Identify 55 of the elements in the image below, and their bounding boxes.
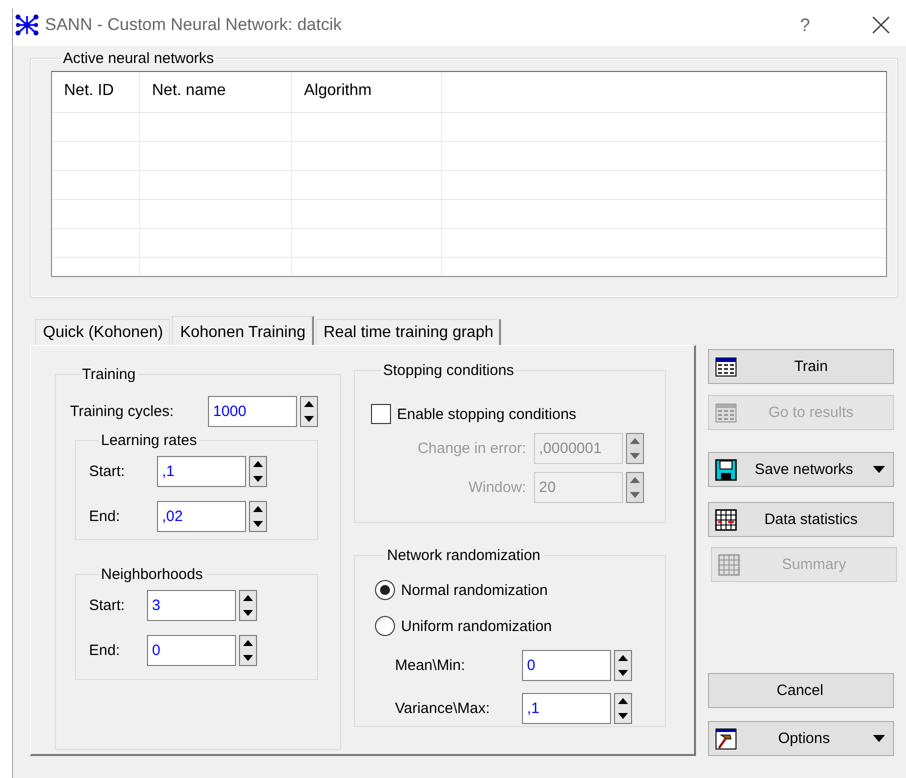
column-header[interactable]: Algorithm — [292, 72, 442, 112]
action-button[interactable]: Data statistics — [708, 502, 894, 537]
field-label: End: — [89, 642, 121, 659]
input-field[interactable]: ,02 — [157, 501, 246, 532]
tab[interactable]: Real time training graph — [316, 319, 502, 345]
field-label: End: — [89, 508, 121, 525]
tab[interactable]: Kohonen Training — [172, 316, 314, 345]
window-title: SANN - Custom Neural Network: datcik — [45, 15, 343, 35]
radio-label: Uniform randomization — [401, 618, 552, 634]
input-field[interactable]: 1000 — [208, 396, 297, 427]
column-header[interactable]: Net. name — [140, 72, 292, 112]
input-field[interactable]: ,1 — [522, 693, 611, 724]
field-label: Training cycles: — [70, 403, 175, 420]
spin-button[interactable] — [239, 635, 257, 666]
field-label: Variance\Max: — [394, 700, 491, 717]
field-label: Change in error: — [416, 440, 527, 457]
group-title: Neighborhoods — [100, 566, 204, 583]
checkbox[interactable] — [371, 404, 391, 424]
close-icon[interactable] — [872, 16, 890, 34]
group-title: Stopping conditions — [382, 362, 515, 379]
radio-label: Normal randomization — [401, 582, 548, 598]
input-field[interactable]: 0 — [147, 635, 236, 666]
radio-button[interactable] — [375, 616, 395, 636]
group-title: Learning rates — [100, 432, 198, 449]
spin-button[interactable] — [239, 590, 257, 621]
column-header[interactable]: Net. ID — [52, 72, 140, 112]
action-button[interactable]: Train — [708, 349, 894, 384]
group-title: Training — [81, 366, 137, 383]
action-button[interactable]: Save networks — [708, 452, 894, 487]
field-label: Mean\Min: — [394, 657, 466, 674]
spin-button[interactable] — [614, 693, 632, 724]
hammer-icon — [715, 728, 737, 750]
input-field[interactable]: 0 — [522, 650, 611, 681]
action-button[interactable]: Cancel — [708, 673, 894, 708]
grid-icon — [715, 508, 737, 530]
grid-icon — [718, 554, 740, 576]
checkbox-label: Enable stopping conditions — [397, 406, 576, 422]
radio-button[interactable] — [375, 580, 395, 600]
spin-button[interactable] — [249, 501, 267, 532]
table-window-icon — [715, 356, 737, 376]
tab[interactable]: Quick (Kohonen) — [35, 319, 170, 345]
spin-button[interactable] — [614, 650, 632, 681]
group-title: Network randomization — [386, 547, 542, 564]
field-label: Window: — [467, 479, 527, 496]
table-window-icon — [715, 402, 737, 422]
input-field[interactable]: 3 — [147, 590, 236, 621]
field-label: Start: — [89, 463, 126, 480]
input-field[interactable]: ,1 — [157, 456, 246, 487]
spin-button[interactable] — [300, 396, 318, 427]
field-label: Start: — [89, 597, 126, 614]
group-title: Active neural networks — [62, 50, 215, 67]
spin-button[interactable] — [249, 456, 267, 487]
help-button[interactable]: ? — [800, 14, 810, 36]
action-button[interactable]: Options — [708, 721, 894, 756]
network-icon — [15, 14, 39, 36]
